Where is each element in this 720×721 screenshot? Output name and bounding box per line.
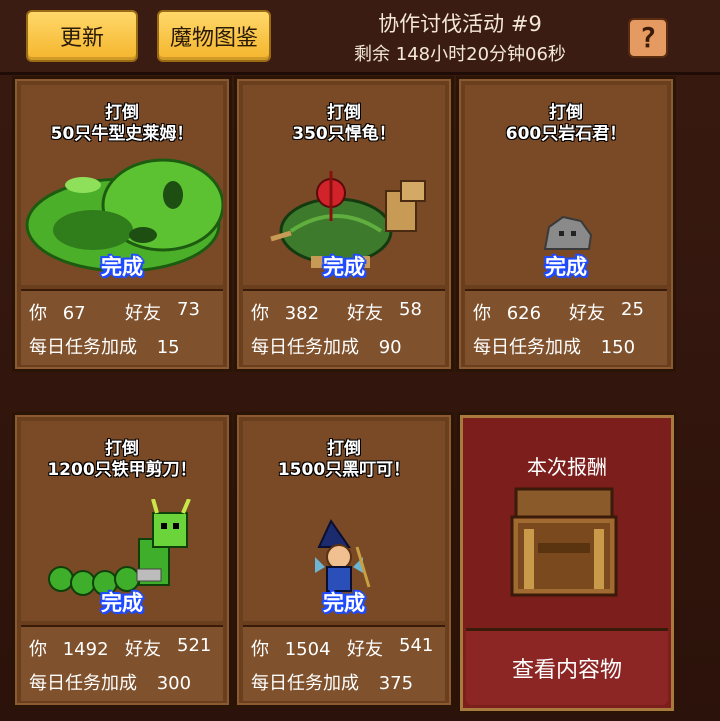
status-complete-label: 完成 — [323, 255, 365, 279]
remaining-time: 剩余 148小时20分钟06秒 — [354, 44, 566, 65]
friend-label: 好友 — [569, 303, 605, 324]
you-label: 你 — [29, 303, 47, 324]
daily-bonus-value: 300 — [156, 673, 192, 694]
friend-count: 25 — [621, 299, 644, 320]
mission-card: 打倒 1200只铁甲剪刀！ 完成 你 1492 好友 521 每日任务加成 30… — [12, 412, 232, 708]
rock-icon — [543, 215, 593, 250]
mission-objective: 打倒 600只岩石君！ — [505, 103, 627, 144]
mission-scene: 打倒 1200只铁甲剪刀！ 完成 — [21, 421, 223, 621]
mission-objective: 打倒 1500只黑叮可！ — [277, 439, 411, 480]
event-screen: 更新 魔物图鉴 协作讨伐活动 #9 剩余 148小时20分钟06秒 ? 打倒 5… — [0, 0, 720, 721]
mission-scene: 打倒 50只牛型史莱姆！ 完成 — [21, 85, 223, 285]
you-label: 你 — [29, 639, 47, 660]
you-label: 你 — [251, 639, 269, 660]
reward-panel: 本次报酬 查看内容物 — [457, 412, 677, 714]
help-icon[interactable]: ? — [628, 18, 668, 58]
status-complete-label: 完成 — [101, 255, 143, 279]
mission-scene: 打倒 600只岩石君！ 完成 — [465, 85, 667, 285]
event-title: 协作讨伐活动 #9 — [378, 12, 542, 36]
mission-card: 打倒 1500只黑叮可！ 完成 你 1504 好友 541 每日任务加成 375 — [234, 412, 454, 708]
daily-bonus-value: 15 — [156, 337, 180, 358]
daily-bonus-value: 150 — [600, 337, 636, 358]
friend-label: 好友 — [347, 303, 383, 324]
daily-bonus-label: 每日任务加成 — [251, 337, 359, 358]
mission-stats: 你 382 好友 58 每日任务加成 90 — [243, 289, 445, 365]
friend-label: 好友 — [125, 303, 161, 324]
friend-count: 58 — [399, 299, 422, 320]
friend-label: 好友 — [347, 639, 383, 660]
daily-bonus-label: 每日任务加成 — [251, 673, 359, 694]
mission-objective: 打倒 350只悍龟！ — [292, 103, 396, 144]
you-label: 你 — [473, 303, 491, 324]
mission-stats: 你 1492 好友 521 每日任务加成 300 — [21, 625, 223, 701]
reward-title: 本次报酬 — [527, 455, 607, 479]
treasure-chest-icon — [510, 487, 618, 597]
status-complete-label: 完成 — [323, 591, 365, 615]
daily-bonus-label: 每日任务加成 — [29, 337, 137, 358]
status-complete-label: 完成 — [545, 255, 587, 279]
status-complete-label: 完成 — [101, 591, 143, 615]
friend-count: 521 — [177, 635, 212, 656]
friend-count: 541 — [399, 635, 434, 656]
mission-stats: 你 1504 好友 541 每日任务加成 375 — [243, 625, 445, 701]
mission-card: 打倒 600只岩石君！ 完成 你 626 好友 25 每日任务加成 150 — [456, 76, 676, 372]
mission-scene: 打倒 1500只黑叮可！ 完成 — [243, 421, 445, 621]
view-contents-button[interactable]: 查看内容物 — [466, 628, 668, 705]
mission-objective: 打倒 1200只铁甲剪刀！ — [47, 439, 197, 480]
you-count: 1504 — [284, 639, 331, 660]
bestiary-button[interactable]: 魔物图鉴 — [157, 10, 271, 62]
mission-scene: 打倒 350只悍龟！ 完成 — [243, 85, 445, 285]
you-count: 626 — [506, 303, 542, 324]
you-count: 67 — [62, 303, 86, 324]
update-button[interactable]: 更新 — [26, 10, 138, 62]
friend-label: 好友 — [125, 639, 161, 660]
top-bar: 更新 魔物图鉴 协作讨伐活动 #9 剩余 148小时20分钟06秒 ? — [0, 0, 720, 75]
dark-fairy-icon — [315, 518, 371, 592]
mission-stats: 你 67 好友 73 每日任务加成 15 — [21, 289, 223, 365]
mission-stats: 你 626 好友 25 每日任务加成 150 — [465, 289, 667, 365]
daily-bonus-value: 375 — [378, 673, 414, 694]
friend-count: 73 — [177, 299, 200, 320]
mission-card: 打倒 50只牛型史莱姆！ 完成 你 67 好友 73 每日任务加成 15 — [12, 76, 232, 372]
daily-bonus-label: 每日任务加成 — [473, 337, 581, 358]
you-label: 你 — [251, 303, 269, 324]
mission-objective: 打倒 50只牛型史莱姆！ — [50, 103, 194, 144]
daily-bonus-label: 每日任务加成 — [29, 673, 137, 694]
you-count: 1492 — [62, 639, 109, 660]
mission-card: 打倒 350只悍龟！ 完成 你 382 好友 58 每日任务加成 90 — [234, 76, 454, 372]
daily-bonus-value: 90 — [378, 337, 402, 358]
you-count: 382 — [284, 303, 320, 324]
